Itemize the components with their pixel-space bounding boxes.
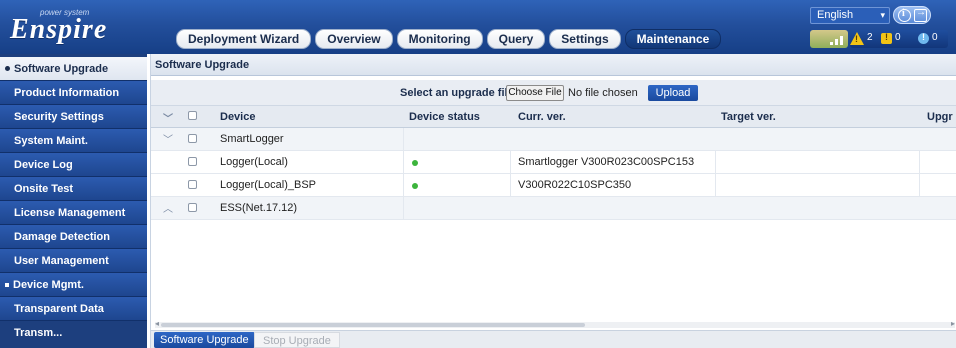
warning-alarm-icon — [918, 32, 929, 44]
action-bar: Software Upgrade Stop Upgrade — [151, 330, 956, 348]
device-name: SmartLogger — [220, 133, 284, 145]
chevron-down-icon: ▾ — [880, 10, 885, 20]
upload-button[interactable]: Upload — [648, 85, 698, 101]
file-status-text: No file chosen — [568, 87, 638, 99]
column-divider — [919, 174, 920, 197]
row-checkbox[interactable] — [188, 157, 197, 166]
logout-icon[interactable] — [914, 7, 927, 22]
tab-monitoring[interactable]: Monitoring — [396, 29, 483, 49]
major-alarm-count: 2 — [867, 32, 873, 43]
select-all-checkbox[interactable] — [188, 111, 197, 120]
stop-upgrade-button[interactable]: Stop Upgrade — [254, 332, 340, 348]
sidebar-item-label: Transparent Data Transm... — [14, 303, 104, 339]
main-content: Software Upgrade Select an upgrade file:… — [150, 54, 956, 348]
help-icon[interactable] — [898, 8, 911, 22]
sidebar-item-label: Security Settings — [14, 111, 104, 123]
page-title: Software Upgrade — [151, 54, 956, 76]
table-row[interactable]: ﹀ SmartLogger — [151, 128, 956, 151]
table-row[interactable]: ︿ ESS(Net.17.12) — [151, 197, 956, 220]
status-indicators: 2 0 0 — [810, 30, 950, 48]
warning-alarm-count: 0 — [932, 32, 938, 43]
column-header-device-status[interactable]: Device status — [409, 111, 480, 123]
column-header-device[interactable]: Device — [220, 111, 255, 123]
sidebar-item-onsite-test[interactable]: Onsite Test — [0, 177, 147, 201]
main-tabs: Deployment Wizard Overview Monitoring Qu… — [176, 29, 725, 49]
column-divider — [403, 197, 404, 220]
expand-icon[interactable]: ︿ — [163, 200, 173, 215]
language-value: English — [817, 9, 854, 21]
top-header: power system Enspire English ▾ Deploymen… — [0, 0, 956, 54]
major-alarm-icon — [850, 32, 864, 45]
collapse-all-icon[interactable]: ﹀ — [163, 110, 173, 125]
current-version: V300R022C10SPC350 — [518, 179, 632, 191]
current-version: Smartlogger V300R023C00SPC153 — [518, 156, 695, 168]
sidebar-item-label: Onsite Test — [14, 183, 74, 195]
sidebar-item-software-upgrade[interactable]: Software Upgrade — [0, 57, 147, 81]
sidebar-item-device-mgmt[interactable]: Device Mgmt. — [0, 273, 147, 297]
sidebar-item-license-management[interactable]: License Management — [0, 201, 147, 225]
sidebar-item-label: License Management — [14, 207, 126, 219]
minor-alarm-count: 0 — [895, 32, 901, 43]
column-divider — [403, 128, 404, 151]
column-divider — [510, 174, 511, 197]
sidebar-item-label: Device Log — [14, 159, 73, 171]
sidebar-item-damage-detection[interactable]: Damage Detection — [0, 225, 147, 249]
header-action-group — [893, 6, 931, 24]
expand-icon — [5, 283, 9, 287]
sidebar-item-label: Damage Detection — [14, 231, 110, 243]
scroll-right-icon[interactable]: ▸ — [951, 319, 955, 328]
sidebar-item-label: Software Upgrade — [14, 63, 109, 75]
row-checkbox[interactable] — [188, 203, 197, 212]
sidebar: Software Upgrade Product Information Sec… — [0, 54, 147, 348]
brand-name: Enspire — [10, 14, 108, 45]
collapse-icon[interactable]: ﹀ — [163, 131, 173, 146]
device-name: ESS(Net.17.12) — [220, 202, 298, 214]
sidebar-item-security-settings[interactable]: Security Settings — [0, 105, 147, 129]
scrollbar-thumb[interactable] — [161, 323, 585, 327]
scroll-left-icon[interactable]: ◂ — [155, 319, 159, 328]
bullet-icon — [5, 66, 10, 71]
language-select[interactable]: English ▾ — [810, 7, 890, 24]
horizontal-scrollbar[interactable]: ◂ ▸ — [155, 319, 955, 328]
status-online-icon — [412, 183, 418, 189]
sidebar-item-user-management[interactable]: User Management — [0, 249, 147, 273]
software-upgrade-button[interactable]: Software Upgrade — [154, 332, 255, 348]
table-row[interactable]: Logger(Local) Smartlogger V300R023C00SPC… — [151, 151, 956, 174]
column-header-target-ver[interactable]: Target ver. — [721, 111, 776, 123]
upload-toolbar: Select an upgrade file: Choose File No f… — [151, 80, 956, 106]
status-online-icon — [412, 160, 418, 166]
row-checkbox[interactable] — [188, 180, 197, 189]
table-row[interactable]: Logger(Local)_BSP V300R022C10SPC350 — [151, 174, 956, 197]
sidebar-item-product-information[interactable]: Product Information — [0, 81, 147, 105]
device-name: Logger(Local) — [220, 156, 288, 168]
tab-deployment-wizard[interactable]: Deployment Wizard — [176, 29, 312, 49]
tab-query[interactable]: Query — [486, 29, 546, 49]
tab-overview[interactable]: Overview — [315, 29, 393, 49]
sidebar-item-system-maint[interactable]: System Maint. — [0, 129, 147, 153]
sidebar-item-label: Product Information — [14, 87, 120, 99]
row-checkbox[interactable] — [188, 134, 197, 143]
minor-alarm-icon — [881, 32, 892, 44]
device-name: Logger(Local)_BSP — [220, 179, 317, 191]
column-divider — [715, 151, 716, 174]
upload-file-label: Select an upgrade file: — [400, 87, 518, 99]
choose-file-button[interactable]: Choose File — [506, 85, 564, 101]
sidebar-item-transparent-data-transmission[interactable]: Transparent Data Transm... — [0, 297, 147, 339]
sidebar-item-label: System Maint. — [14, 135, 88, 147]
signal-strength-icon — [810, 30, 848, 48]
column-header-upgrade[interactable]: Upgr — [927, 111, 953, 123]
table-header: ﹀ Device Device status Curr. ver. Target… — [151, 106, 956, 128]
column-divider — [403, 174, 404, 197]
brand-logo: power system Enspire — [10, 6, 150, 46]
sidebar-item-label: Device Mgmt. — [13, 279, 84, 291]
sidebar-item-label: User Management — [14, 255, 109, 267]
column-divider — [715, 174, 716, 197]
tab-maintenance[interactable]: Maintenance — [624, 29, 722, 49]
column-header-curr-ver[interactable]: Curr. ver. — [518, 111, 566, 123]
sidebar-item-device-log[interactable]: Device Log — [0, 153, 147, 177]
column-divider — [403, 151, 404, 174]
tab-settings[interactable]: Settings — [549, 29, 621, 49]
column-divider — [510, 151, 511, 174]
column-divider — [919, 151, 920, 174]
